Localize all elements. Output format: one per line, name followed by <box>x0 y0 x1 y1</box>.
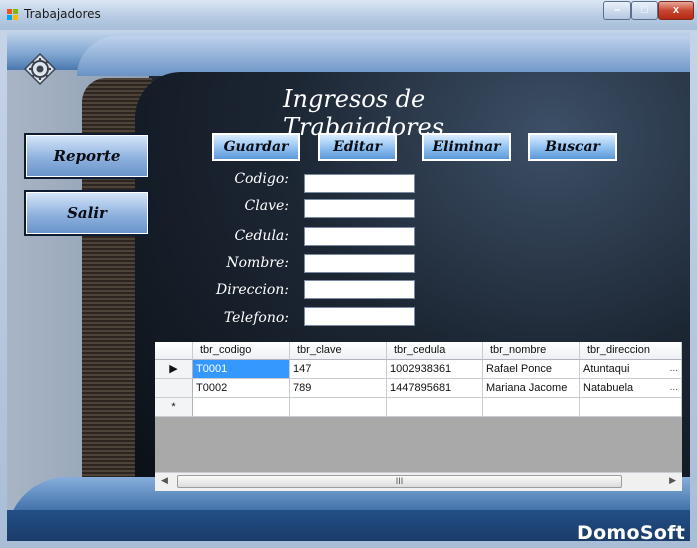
column-header-codigo[interactable]: tbr_codigo <box>193 342 290 360</box>
buscar-button[interactable]: Buscar <box>528 133 617 161</box>
grid-corner[interactable] <box>155 342 193 360</box>
scroll-left-icon[interactable]: ◀ <box>161 475 168 486</box>
telefono-input[interactable] <box>304 307 415 326</box>
clave-input[interactable] <box>304 199 415 218</box>
table-cell[interactable]: 147 <box>290 360 387 379</box>
horizontal-scrollbar[interactable]: ◀ III ▶ <box>155 472 682 491</box>
close-icon: x <box>672 4 680 16</box>
close-button[interactable]: x <box>658 1 694 20</box>
new-row-cell[interactable] <box>290 398 387 417</box>
ellipsis-indicator: ... <box>669 363 678 374</box>
title-bar[interactable]: Trabajadores – □ x <box>0 0 697 30</box>
guardar-button[interactable]: Guardar <box>212 133 300 161</box>
cell-text: Natabuela <box>583 382 634 394</box>
cedula-label: Cedula: <box>234 228 289 244</box>
maximize-button[interactable]: □ <box>631 1 658 20</box>
scroll-right-icon[interactable]: ▶ <box>669 475 676 486</box>
ellipsis-indicator: ... <box>669 382 678 393</box>
brand-logo: DomoSoft <box>577 522 686 541</box>
row-header-current[interactable]: ▶ <box>155 360 193 379</box>
row-header[interactable] <box>155 379 193 398</box>
table-cell[interactable]: 1002938361 <box>387 360 483 379</box>
nombre-input[interactable] <box>304 254 415 273</box>
table-cell[interactable]: 789 <box>290 379 387 398</box>
table-cell[interactable]: 1447895681 <box>387 379 483 398</box>
nombre-label: Nombre: <box>226 255 289 271</box>
new-row-cell[interactable] <box>580 398 682 417</box>
salir-button[interactable]: Salir <box>24 190 150 236</box>
direccion-label: Direccion: <box>215 282 289 298</box>
column-header-nombre[interactable]: tbr_nombre <box>483 342 580 360</box>
window-title: Trabajadores <box>24 7 101 21</box>
row-header-new[interactable]: * <box>155 398 193 417</box>
table-cell-direccion[interactable]: Natabuela ... <box>580 379 682 398</box>
column-header-clave[interactable]: tbr_clave <box>290 342 387 360</box>
table-cell[interactable]: T0002 <box>193 379 290 398</box>
cell-text: Atuntaqui <box>583 363 630 375</box>
minimize-button[interactable]: – <box>603 1 631 20</box>
table-cell-direccion[interactable]: Atuntaqui ... <box>580 360 682 379</box>
app-window: Trabajadores – □ x Ingresos de Trabajado… <box>0 0 697 548</box>
scroll-thumb[interactable]: III <box>177 475 622 488</box>
maximize-icon: □ <box>641 4 648 16</box>
cedula-input[interactable] <box>304 227 415 246</box>
reporte-button[interactable]: Reporte <box>24 133 150 179</box>
new-row-cell[interactable] <box>387 398 483 417</box>
table-cell[interactable]: Rafael Ponce <box>483 360 580 379</box>
new-row-cell[interactable] <box>193 398 290 417</box>
minimize-icon: – <box>613 4 621 16</box>
column-header-direccion[interactable]: tbr_direccion <box>580 342 682 360</box>
app-icon <box>7 9 19 21</box>
editar-button[interactable]: Editar <box>318 133 397 161</box>
codigo-label: Codigo: <box>234 171 289 187</box>
column-header-cedula[interactable]: tbr_cedula <box>387 342 483 360</box>
client-area: Ingresos de Trabajadores Guardar Editar … <box>7 30 690 541</box>
table-cell[interactable]: T0001 <box>193 360 290 379</box>
eliminar-button[interactable]: Eliminar <box>422 133 511 161</box>
telefono-label: Telefono: <box>223 310 289 326</box>
clave-label: Clave: <box>244 198 289 214</box>
codigo-input[interactable] <box>304 174 415 193</box>
table-cell[interactable]: Mariana Jacome <box>483 379 580 398</box>
gear-icon <box>23 52 57 86</box>
top-decoration <box>7 30 690 76</box>
new-row-cell[interactable] <box>483 398 580 417</box>
data-grid[interactable]: tbr_codigo tbr_clave tbr_cedula tbr_nomb… <box>155 342 682 491</box>
direccion-input[interactable] <box>304 280 415 299</box>
